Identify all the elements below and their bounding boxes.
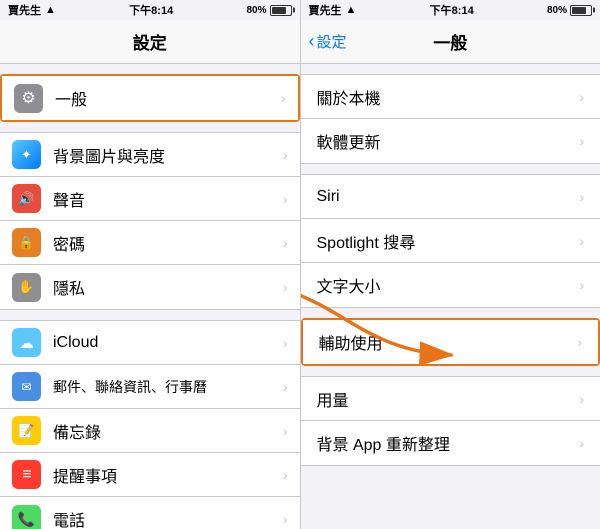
- right-group-4: 用量 › 背景 App 重新整理 ›: [301, 376, 600, 466]
- nav-title-right: 一般: [433, 29, 467, 54]
- phone-chevron: ›: [283, 511, 288, 527]
- battery-icon-right: [570, 5, 592, 16]
- status-bar-left: 賈先生 ▲ 下午8:14 80%: [0, 0, 300, 20]
- text-size-label: 文字大小: [317, 273, 580, 297]
- left-group-general: ⚙ 一般 ›: [0, 74, 300, 122]
- list-item-text-size[interactable]: 文字大小 ›: [301, 263, 600, 307]
- wifi-icon-left: ▲: [45, 4, 56, 16]
- list-item-reminders[interactable]: ≡ 提醒事項 ›: [0, 453, 300, 497]
- right-group-accessibility: 輔助使用 ›: [301, 318, 600, 366]
- status-bar-right-left: 賈先生 ▲: [309, 2, 357, 18]
- passcode-label: 密碼: [53, 231, 283, 255]
- siri-chevron: ›: [579, 189, 584, 205]
- phone-icon: 📞: [12, 505, 41, 529]
- mail-chevron: ›: [283, 379, 288, 395]
- privacy-icon: ✋: [12, 273, 41, 302]
- time-left: 下午8:14: [129, 2, 173, 18]
- about-label: 關於本機: [317, 85, 580, 109]
- list-item-accessibility[interactable]: 輔助使用 ›: [303, 320, 599, 364]
- background-app-chevron: ›: [579, 435, 584, 451]
- about-chevron: ›: [579, 89, 584, 105]
- notes-label: 備忘錄: [53, 419, 283, 443]
- wallpaper-label: 背景圖片與亮度: [53, 143, 283, 167]
- spotlight-chevron: ›: [579, 233, 584, 249]
- list-item-general[interactable]: ⚙ 一般 ›: [2, 76, 298, 120]
- sounds-label: 聲音: [53, 187, 283, 211]
- right-group-1: 關於本機 › 軟體更新 ›: [301, 74, 600, 164]
- icloud-label: iCloud: [53, 334, 283, 352]
- list-item-phone[interactable]: 📞 電話 ›: [0, 497, 300, 529]
- notes-icon: 📝: [12, 416, 41, 445]
- right-group-2: Siri › Spotlight 搜尋 › 文字大小 ›: [301, 174, 600, 308]
- phone-label: 電話: [53, 507, 283, 529]
- general-icon: ⚙: [14, 84, 43, 113]
- sounds-icon: 🔊: [12, 184, 41, 213]
- mail-icon: ✉: [12, 372, 41, 401]
- general-label: 一般: [55, 86, 281, 110]
- spotlight-label: Spotlight 搜尋: [317, 229, 580, 253]
- list-item-passcode[interactable]: 🔒 密碼 ›: [0, 221, 300, 265]
- right-phone-screen: 賈先生 ▲ 下午8:14 80% ‹ 設定 一般 關於本機 › 軟體更新 ›: [301, 0, 600, 529]
- back-button[interactable]: ‹ 設定: [309, 31, 347, 52]
- back-label: 設定: [317, 31, 347, 52]
- notes-chevron: ›: [283, 423, 288, 439]
- background-app-label: 背景 App 重新整理: [317, 431, 580, 455]
- list-item-sounds[interactable]: 🔊 聲音 ›: [0, 177, 300, 221]
- icloud-chevron: ›: [283, 335, 288, 351]
- general-chevron: ›: [281, 90, 286, 106]
- list-item-icloud[interactable]: ☁ iCloud ›: [0, 321, 300, 365]
- sounds-chevron: ›: [283, 191, 288, 207]
- list-item-notes[interactable]: 📝 備忘錄 ›: [0, 409, 300, 453]
- reminders-chevron: ›: [283, 467, 288, 483]
- battery-icon-left: [270, 5, 292, 16]
- list-item-mail[interactable]: ✉ 郵件、聯絡資訊、行事曆 ›: [0, 365, 300, 409]
- list-item-spotlight[interactable]: Spotlight 搜尋 ›: [301, 219, 600, 263]
- left-group-2: ✦ 背景圖片與亮度 › 🔊 聲音 › 🔒 密碼 ›: [0, 132, 300, 310]
- list-item-about[interactable]: 關於本機 ›: [301, 75, 600, 119]
- battery-percent-left: 80%: [246, 5, 266, 16]
- wallpaper-chevron: ›: [283, 147, 288, 163]
- left-scroll-content[interactable]: ⚙ 一般 › ✦ 背景圖片與亮度 › 🔊 聲音 ›: [0, 64, 300, 529]
- right-scroll-content[interactable]: 關於本機 › 軟體更新 › Siri › Spotlight 搜尋 › 文字大小…: [301, 64, 600, 529]
- nav-bar-right: ‹ 設定 一般: [301, 20, 600, 64]
- nav-bar-left: 設定: [0, 20, 300, 64]
- reminders-icon: ≡: [12, 460, 41, 489]
- list-item-usage[interactable]: 用量 ›: [301, 377, 600, 421]
- status-bar-right-info: 80%: [246, 5, 291, 16]
- privacy-label: 隱私: [53, 275, 283, 299]
- status-bar-right-right: 80%: [547, 5, 592, 16]
- list-item-siri[interactable]: Siri ›: [301, 175, 600, 219]
- left-phone-screen: 賈先生 ▲ 下午8:14 80% 設定 ⚙ 一般 ›: [0, 0, 300, 529]
- usage-chevron: ›: [579, 391, 584, 407]
- list-item-software-update[interactable]: 軟體更新 ›: [301, 119, 600, 163]
- mail-label: 郵件、聯絡資訊、行事曆: [53, 377, 283, 397]
- accessibility-label: 輔助使用: [319, 330, 578, 354]
- status-bar-right: 賈先生 ▲ 下午8:14 80%: [301, 0, 600, 20]
- icloud-icon: ☁: [12, 328, 41, 357]
- software-update-chevron: ›: [579, 133, 584, 149]
- accessibility-chevron: ›: [577, 334, 582, 350]
- software-update-label: 軟體更新: [317, 129, 580, 153]
- status-bar-left-info: 賈先生 ▲: [8, 2, 56, 18]
- wifi-icon-right: ▲: [346, 4, 357, 16]
- time-right: 下午8:14: [430, 2, 474, 18]
- nav-title-left: 設定: [133, 29, 167, 54]
- left-group-3: ☁ iCloud › ✉ 郵件、聯絡資訊、行事曆 › 📝 備忘錄 ›: [0, 320, 300, 529]
- reminders-label: 提醒事項: [53, 463, 283, 487]
- privacy-chevron: ›: [283, 279, 288, 295]
- text-size-chevron: ›: [579, 277, 584, 293]
- list-item-privacy[interactable]: ✋ 隱私 ›: [0, 265, 300, 309]
- list-item-background-app[interactable]: 背景 App 重新整理 ›: [301, 421, 600, 465]
- list-item-wallpaper[interactable]: ✦ 背景圖片與亮度 ›: [0, 133, 300, 177]
- carrier-right: 賈先生: [309, 2, 342, 18]
- carrier-left: 賈先生: [8, 2, 41, 18]
- passcode-icon: 🔒: [12, 228, 41, 257]
- wallpaper-icon: ✦: [12, 140, 41, 169]
- usage-label: 用量: [317, 387, 580, 411]
- passcode-chevron: ›: [283, 235, 288, 251]
- back-chevron: ‹: [309, 31, 315, 52]
- battery-percent-right: 80%: [547, 5, 567, 16]
- siri-label: Siri: [317, 188, 580, 206]
